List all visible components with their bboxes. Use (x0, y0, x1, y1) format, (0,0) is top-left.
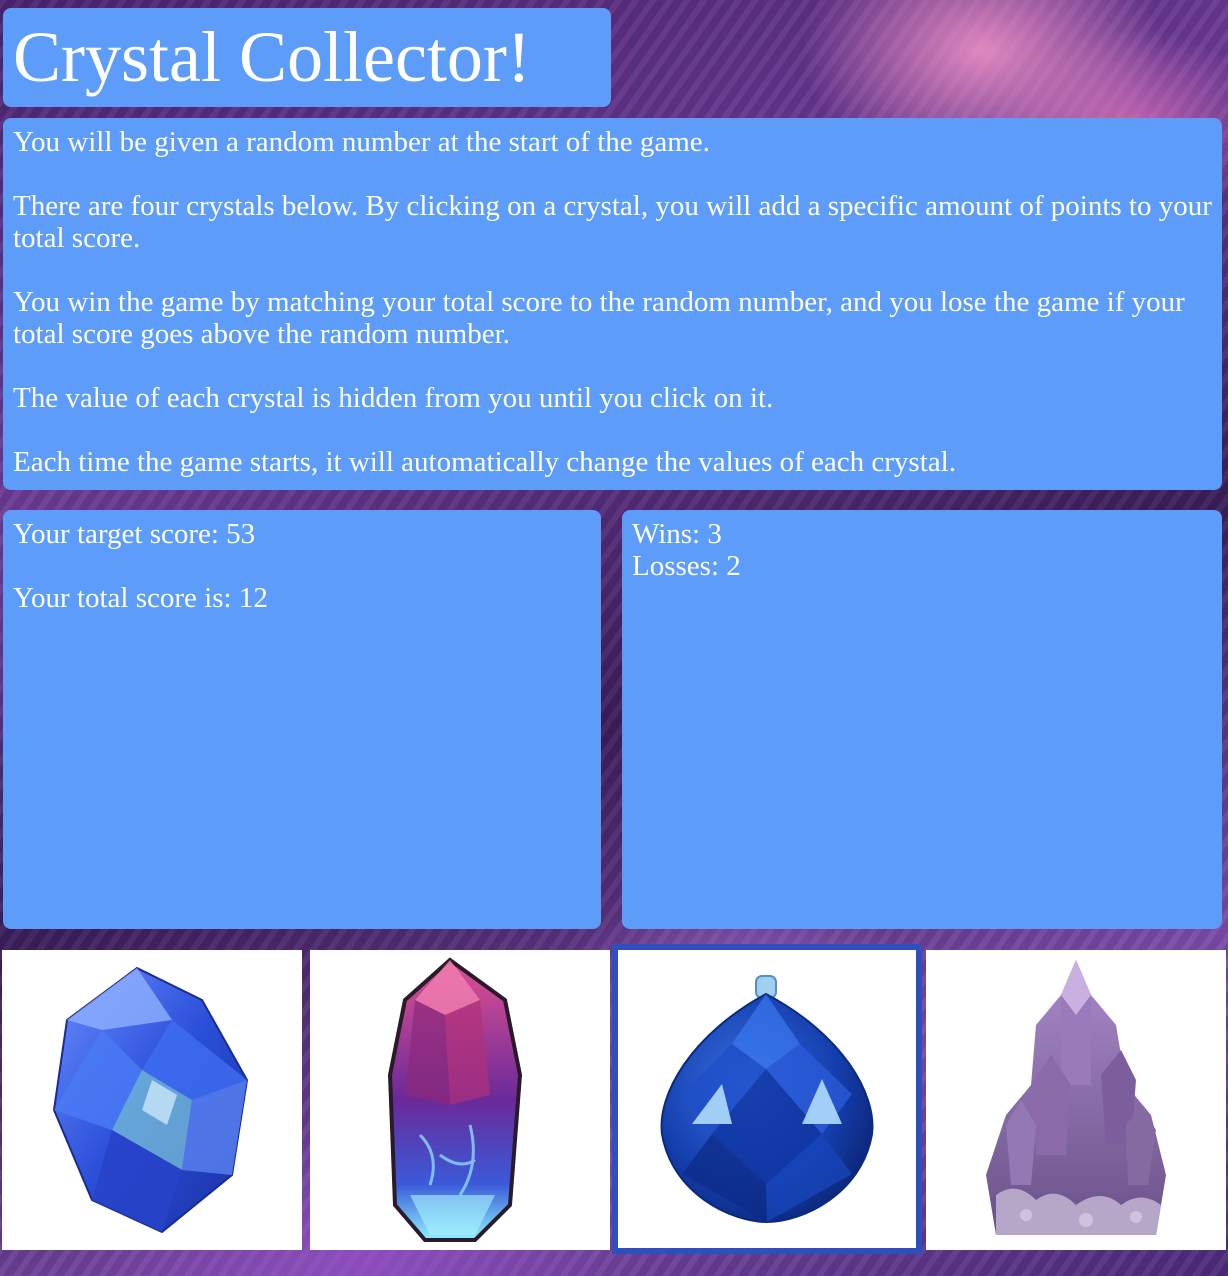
page-title: Crystal Collector! (13, 17, 531, 97)
wins-count: Wins: 3 (632, 518, 722, 550)
instruction-text: You will be given a random number at the… (13, 126, 710, 158)
instruction-text: There are four crystals below. By clicki… (13, 190, 1212, 254)
instruction-text: The value of each crystal is hidden from… (13, 382, 774, 414)
instruction-text: You win the game by matching your total … (13, 286, 1185, 350)
crystal-button-3[interactable] (612, 944, 922, 1254)
instruction-text: Each time the game starts, it will autom… (13, 446, 956, 478)
pink-crystal-icon (387, 957, 523, 1242)
crystal-button-4[interactable] (926, 950, 1226, 1250)
title-box: Crystal Collector! (3, 8, 611, 107)
crystal-button-1[interactable] (2, 950, 302, 1250)
losses-count: Losses: 2 (632, 550, 741, 582)
blue-crystal-icon (52, 966, 249, 1234)
crystal-button-2[interactable] (310, 950, 610, 1250)
score-panel: Your target score: 53 Your total score i… (3, 510, 601, 929)
stats-panel: Wins: 3 Losses: 2 (622, 510, 1222, 929)
instructions-panel: You will be given a random number at the… (3, 118, 1222, 490)
blue-faceted-ball-icon (660, 975, 874, 1224)
target-score: Your target score: 53 (13, 518, 256, 550)
total-score: Your total score is: 12 (13, 582, 268, 614)
amethyst-cluster-icon (986, 960, 1166, 1235)
